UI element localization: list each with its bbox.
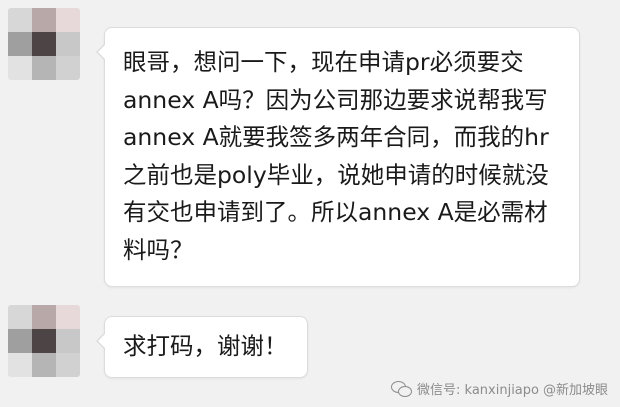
avatar[interactable] <box>8 305 80 377</box>
avatar-mosaic-cell <box>8 305 32 329</box>
message-bubble: 求打码，谢谢！ <box>96 316 308 378</box>
avatar[interactable] <box>8 8 80 80</box>
avatar-mosaic-cell <box>56 353 80 377</box>
message-line: 之前也是poly毕业，说她申请的时候就没 <box>123 160 549 189</box>
avatar-mosaic-cell <box>8 56 32 80</box>
message-line: 料吗？ <box>123 235 194 264</box>
avatar-mosaic-cell <box>32 353 56 377</box>
avatar-mosaic-cell <box>32 329 56 353</box>
avatar-mosaic-cell <box>56 32 80 56</box>
avatar-mosaic-cell <box>32 305 56 329</box>
avatar-mosaic-cell <box>32 8 56 32</box>
wechat-icon <box>391 380 413 397</box>
avatar-mosaic-cell <box>32 32 56 56</box>
avatar-mosaic-cell <box>56 305 80 329</box>
avatar-mosaic-cell <box>8 8 32 32</box>
avatar-mosaic-cell <box>56 8 80 32</box>
message-line: 有交也申请到了。所以annex A是必需材 <box>123 198 548 226</box>
message-line: annex A吗？因为公司那边要求说帮我写 <box>123 85 548 114</box>
watermark-text: 微信号: kanxinjiapo <box>417 383 539 398</box>
avatar-mosaic-cell <box>8 32 32 56</box>
watermark-handle: @新加坡眼 <box>542 383 608 398</box>
watermark: 微信号: kanxinjiapo @新加坡眼 <box>391 379 608 398</box>
avatar-mosaic-cell <box>32 56 56 80</box>
avatar-mosaic-cell <box>8 353 32 377</box>
message-line: 求打码，谢谢！ <box>123 332 288 360</box>
avatar-mosaic-cell <box>56 329 80 353</box>
avatar-mosaic-cell <box>56 56 80 80</box>
message-line: annex A就要我签多两年合同，而我的hr <box>123 123 549 151</box>
avatar-mosaic-cell <box>8 329 32 353</box>
message-line: 眼哥，想问一下，现在申请pr必须要交 <box>123 48 524 76</box>
message-bubble: 眼哥，想问一下，现在申请pr必须要交 annex A吗？因为公司那边要求说帮我写… <box>96 27 580 287</box>
